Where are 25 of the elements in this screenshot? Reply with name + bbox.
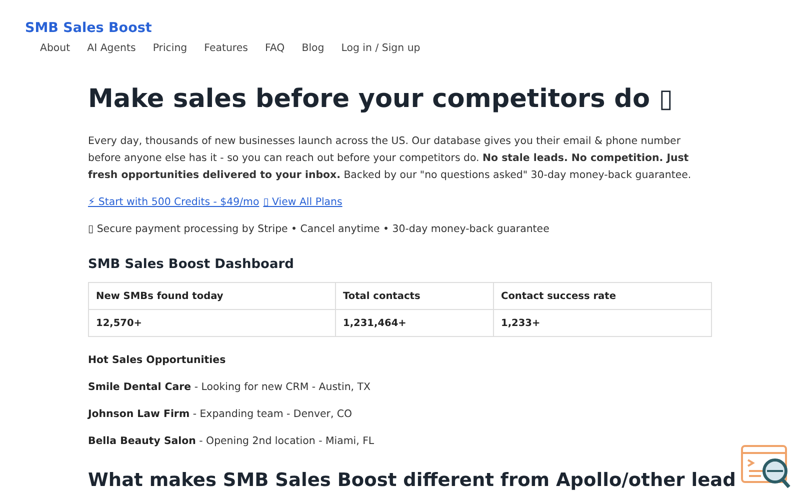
opportunity-item: Bella Beauty Salon - Opening 2nd location - Miami, FL	[88, 435, 376, 448]
nav-link[interactable]: FAQ	[264, 40, 285, 54]
page-headline: Make sales before your competitors do ▯	[88, 83, 674, 116]
table-cell: 12,570+	[88, 310, 336, 336]
cta-link[interactable]: ▯ View All Plans	[263, 194, 342, 211]
table-cell: 1,233+	[494, 310, 712, 336]
intro-paragraph: Every day, thousands of new businesses launch across the US. Our database gives you their email & phone number before anyone else has it - so you can reach out before your competitors do. No stale leads. No competition. Just fresh opportunities delivered to your inbox. Backed by our "no questions asked" 30-day money-back guarantee.	[88, 135, 692, 183]
opportunities-title: Hot Sales Opportunities	[88, 354, 227, 367]
nav-link[interactable]: Log in / Sign up	[341, 40, 420, 54]
nav-link[interactable]: Pricing	[152, 40, 188, 54]
column-header: Contact success rate	[494, 282, 712, 310]
nav-link[interactable]: AI Agents	[87, 40, 136, 54]
nav-link[interactable]: Blog	[302, 40, 324, 54]
opportunity-item: Johnson Law Firm - Expanding team - Denver, CO	[88, 408, 354, 421]
section-heading: What makes SMB Sales Boost different from Apollo/other lead	[88, 470, 736, 492]
table-cell: 1,231,464+	[336, 310, 494, 336]
brand-link[interactable]: SMB Sales Boost	[25, 20, 152, 36]
column-header: Total contacts	[336, 282, 494, 310]
assurance-text: ▯ Secure payment processing by Stripe • Cancel anytime • 30-day money-back guarantee	[88, 223, 550, 237]
cta-link[interactable]: ⚡ Start with 500 Credits - $49/mo	[88, 194, 260, 211]
nav-link[interactable]: Features	[204, 40, 248, 54]
nav-link[interactable]: About	[40, 40, 70, 54]
dashboard-title: SMB Sales Boost Dashboard	[88, 257, 295, 273]
opportunity-item: Smile Dental Care - Looking for new CRM - Austin, TX	[88, 381, 372, 394]
column-header: New SMBs found today	[88, 282, 336, 310]
